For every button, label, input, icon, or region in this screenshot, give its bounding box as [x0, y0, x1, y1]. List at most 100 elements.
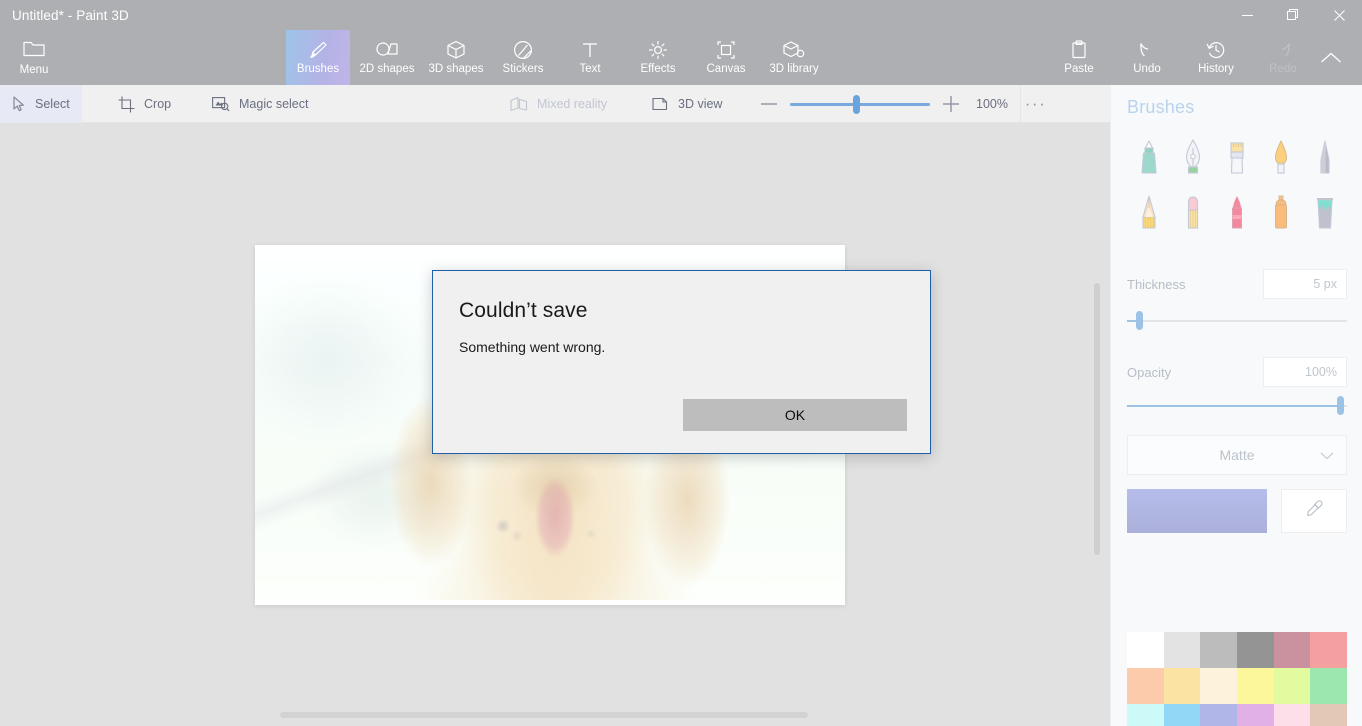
ribbon-item-3d-shapes[interactable]: 3D shapes	[422, 30, 490, 85]
minimize-button[interactable]	[1224, 0, 1270, 30]
effects-icon	[648, 40, 668, 60]
tool-crop[interactable]: Crop	[106, 85, 183, 123]
vertical-scrollbar[interactable]	[1094, 283, 1100, 555]
cursor-icon	[12, 96, 26, 112]
brush-spray-can[interactable]	[1259, 185, 1303, 240]
color-swatch-12[interactable]	[1127, 704, 1164, 726]
color-swatch-9[interactable]	[1237, 668, 1274, 704]
brush-pixel-pen[interactable]	[1303, 130, 1347, 185]
tools-toolbar: Select Crop Magic select Mixed reality 3…	[0, 85, 1110, 123]
eyedropper-button[interactable]	[1281, 489, 1347, 533]
thickness-input[interactable]: 5 px	[1263, 269, 1347, 299]
zoom-out-button[interactable]	[756, 85, 782, 123]
tool-select-label: Select	[35, 97, 70, 111]
text-icon	[581, 40, 599, 60]
ribbon-item-effects[interactable]: Effects	[628, 30, 688, 85]
ribbon-item-canvas[interactable]: Canvas	[694, 30, 758, 85]
ribbon-toolbar: Menu Brushes 2D shapes 3D shapes Sticker…	[0, 30, 1362, 85]
ribbon-item-3d-library[interactable]: 3D library	[758, 30, 830, 85]
chevron-up-icon[interactable]	[1310, 30, 1352, 85]
tool-magic-select-label: Magic select	[239, 97, 309, 111]
color-swatch-13[interactable]	[1163, 704, 1201, 726]
brush-pencil[interactable]	[1127, 185, 1171, 240]
color-swatch-16[interactable]	[1273, 704, 1311, 726]
ribbon-label-effects: Effects	[640, 62, 676, 75]
thickness-row: Thickness 5 px	[1127, 268, 1347, 300]
maximize-button[interactable]	[1270, 0, 1316, 30]
color-swatch-17[interactable]	[1310, 704, 1347, 726]
color-swatch-7[interactable]	[1163, 668, 1201, 704]
brush-crayon[interactable]	[1215, 185, 1259, 240]
ribbon-item-2d-shapes[interactable]: 2D shapes	[352, 30, 422, 85]
brush-icon	[307, 40, 329, 60]
color-swatch-15[interactable]	[1237, 704, 1274, 726]
material-value: Matte	[1219, 447, 1255, 463]
tool-mixed-reality-label: Mixed reality	[537, 97, 608, 111]
opacity-knob[interactable]	[1337, 396, 1344, 415]
opacity-slider[interactable]	[1127, 396, 1347, 415]
zoom-slider[interactable]	[790, 94, 930, 114]
ribbon-label-3d-shapes: 3D shapes	[428, 62, 484, 75]
folder-icon	[23, 39, 45, 60]
ribbon-item-text[interactable]: Text	[562, 30, 618, 85]
ribbon-item-stickers[interactable]: Stickers	[492, 30, 554, 85]
brush-watercolor[interactable]	[1259, 130, 1303, 185]
tool-select[interactable]: Select	[0, 85, 82, 123]
ribbon-item-brushes[interactable]: Brushes	[286, 30, 350, 85]
zoom-slider-thumb[interactable]	[853, 94, 860, 114]
chevron-down-icon	[1320, 447, 1334, 463]
redo-icon	[1272, 40, 1294, 60]
crop-icon	[118, 96, 135, 113]
ribbon-label-brushes: Brushes	[296, 62, 340, 75]
magic-select-icon	[212, 96, 230, 112]
brush-oil-brush[interactable]	[1215, 130, 1259, 185]
ribbon-label-redo: Redo	[1269, 62, 1297, 75]
ribbon-label-undo: Undo	[1133, 62, 1161, 75]
2d-shapes-icon	[375, 40, 399, 60]
history-icon	[1206, 40, 1226, 60]
color-swatch-11[interactable]	[1310, 668, 1347, 704]
color-swatch-14[interactable]	[1200, 704, 1237, 726]
title-bar: Untitled* - Paint 3D	[0, 0, 1362, 30]
color-swatch-5[interactable]	[1310, 632, 1347, 668]
ribbon-item-history[interactable]: History	[1184, 30, 1248, 85]
menu-label: Menu	[19, 64, 49, 76]
color-swatch-1[interactable]	[1163, 632, 1201, 668]
brush-marker[interactable]	[1127, 130, 1171, 185]
material-dropdown[interactable]: Matte	[1127, 435, 1347, 475]
dialog-ok-button[interactable]: OK	[683, 399, 907, 431]
color-swatch-10[interactable]	[1273, 668, 1311, 704]
current-color-swatch[interactable]	[1127, 489, 1267, 533]
zoom-level: 100%	[976, 97, 1008, 111]
brush-eraser[interactable]	[1171, 185, 1215, 240]
opacity-label: Opacity	[1127, 364, 1172, 380]
tool-3d-view[interactable]: 3D view	[640, 85, 734, 123]
color-swatch-6[interactable]	[1127, 668, 1164, 704]
brushes-panel: Brushes Thickness 5 px Opacity 100% Matt…	[1110, 85, 1362, 726]
tool-magic-select[interactable]: Magic select	[200, 85, 320, 123]
thickness-track	[1127, 320, 1347, 322]
color-swatch-0[interactable]	[1127, 632, 1164, 668]
couldnt-save-dialog: Couldn’t save Something went wrong. OK	[432, 270, 931, 454]
thickness-knob[interactable]	[1136, 311, 1143, 330]
opacity-row: Opacity 100%	[1127, 356, 1347, 388]
close-button[interactable]	[1316, 0, 1362, 30]
current-color-row	[1127, 489, 1347, 533]
color-swatch-3[interactable]	[1237, 632, 1274, 668]
color-swatch-8[interactable]	[1200, 668, 1237, 704]
opacity-input[interactable]: 100%	[1263, 357, 1347, 387]
color-swatch-4[interactable]	[1273, 632, 1311, 668]
3d-view-icon	[652, 96, 669, 112]
brush-calligraphy-pen[interactable]	[1171, 130, 1215, 185]
more-options-icon[interactable]: ···	[1020, 85, 1050, 123]
ribbon-item-paste[interactable]: Paste	[1048, 30, 1110, 85]
thickness-slider[interactable]	[1127, 311, 1347, 330]
zoom-in-button[interactable]	[938, 85, 964, 123]
window-title: Untitled* - Paint 3D	[12, 7, 129, 23]
color-swatch-2[interactable]	[1200, 632, 1237, 668]
ribbon-item-undo[interactable]: Undo	[1116, 30, 1178, 85]
brush-fill[interactable]	[1303, 185, 1347, 240]
3d-library-icon	[783, 40, 805, 60]
menu-button[interactable]: Menu	[10, 30, 58, 85]
horizontal-scrollbar[interactable]	[280, 712, 808, 718]
